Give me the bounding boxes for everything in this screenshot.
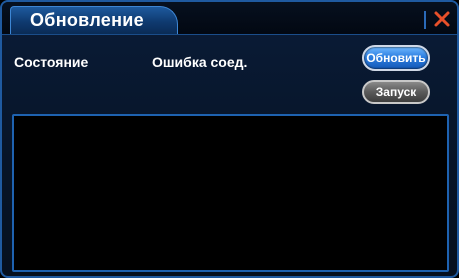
status-label: Состояние — [14, 54, 89, 70]
update-button[interactable]: Обновить — [362, 45, 430, 71]
log-output-area[interactable] — [12, 114, 449, 272]
update-dialog: Обновление Состояние Ошибка соед. Обнови… — [0, 0, 459, 278]
close-x-icon — [434, 11, 450, 27]
status-value: Ошибка соед. — [152, 54, 248, 70]
close-button[interactable] — [432, 9, 452, 29]
title-separator — [424, 11, 426, 29]
launch-button[interactable]: Запуск — [362, 80, 430, 104]
title-bar: Обновление — [2, 2, 457, 35]
dialog-title: Обновление — [30, 10, 144, 30]
